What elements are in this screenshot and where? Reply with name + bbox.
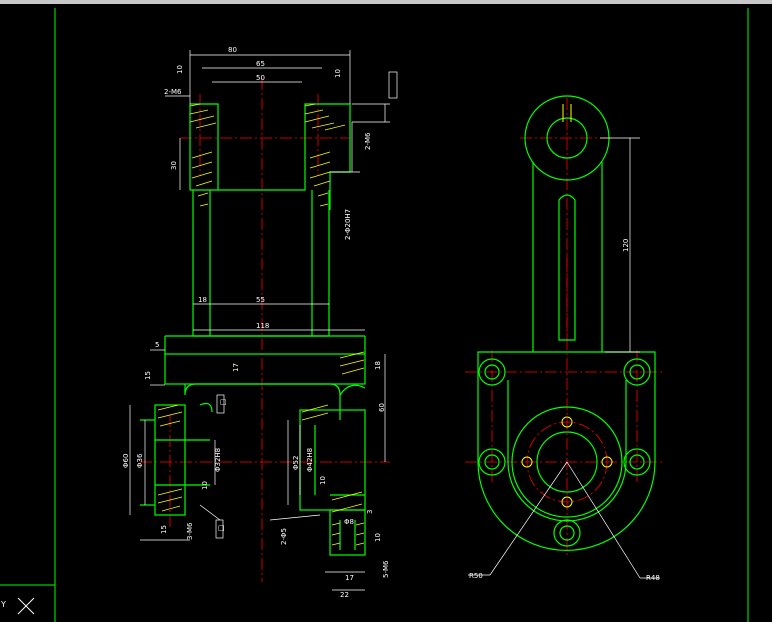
side-view[interactable]: 120 R50 R48 (465, 95, 665, 582)
dim-ten-a: 10 (201, 481, 209, 490)
drawing-frame (0, 8, 749, 622)
dim-50: 50 (256, 74, 265, 82)
dim-5m6: 5-M6 (382, 560, 390, 578)
dim-120: 120 (622, 239, 630, 252)
dim-2m6: 2-M6 (164, 88, 182, 96)
tol-frame-a: □ (220, 398, 227, 406)
dim-bot-10: 10 (374, 533, 382, 542)
dim-18: 18 (198, 296, 207, 304)
dim-2m6-depth: 2-M6 (364, 132, 372, 150)
dim-phi42: Φ42H8 (306, 448, 314, 472)
ucs-icon (17, 597, 35, 615)
side-dimension-texts: 120 R50 R48 (469, 239, 660, 582)
dim-cb-depth: 3 (366, 510, 374, 514)
cad-drawing-canvas[interactable]: 80 65 50 10 10 2-M6 30 2-M6 2-Φ20H7 18 5… (0, 0, 772, 622)
dim-ten-b: 10 (319, 476, 327, 485)
dim-55: 55 (256, 296, 265, 304)
dim-phi36: Φ36 (136, 453, 144, 468)
dim-bot-22: 22 (340, 591, 349, 599)
dim-80: 80 (228, 46, 237, 54)
dim-118: 118 (256, 322, 269, 330)
dim-65: 65 (256, 60, 265, 68)
dim-2phi5: 2-Φ5 (280, 528, 288, 545)
dim-r50: R50 (469, 572, 483, 580)
dim-10-left: 10 (176, 65, 184, 74)
dim-10-right: 10 (334, 69, 342, 78)
dim-cb-dia: Φ8 (344, 518, 354, 526)
dim-15: 15 (144, 371, 152, 380)
dim-phi32: Φ32H8 (214, 448, 222, 472)
dim-phi52: Φ52 (292, 456, 300, 470)
dim-60: 60 (378, 403, 386, 412)
dim-phi60: Φ60 (122, 454, 130, 468)
dim-bore: 2-Φ20H7 (344, 209, 352, 240)
ucs-axis-label: Y (1, 600, 6, 609)
side-outline (477, 95, 656, 552)
dim-r48: R48 (646, 574, 660, 582)
front-view[interactable]: 80 65 50 10 10 2-M6 30 2-M6 2-Φ20H7 18 5… (122, 46, 398, 599)
dim-30: 30 (170, 161, 178, 170)
dim-ten-c: 15 (160, 525, 168, 534)
dim-18-right: 18 (374, 361, 382, 370)
dim-17: 17 (232, 363, 240, 372)
side-dimension-lines (468, 137, 660, 579)
dim-5: 5 (155, 341, 159, 349)
dim-3m6: 3-M6 (186, 522, 194, 540)
dim-bot-17: 17 (345, 574, 354, 582)
tol-frame-b: □ (218, 524, 225, 532)
side-center-lines (465, 98, 665, 555)
